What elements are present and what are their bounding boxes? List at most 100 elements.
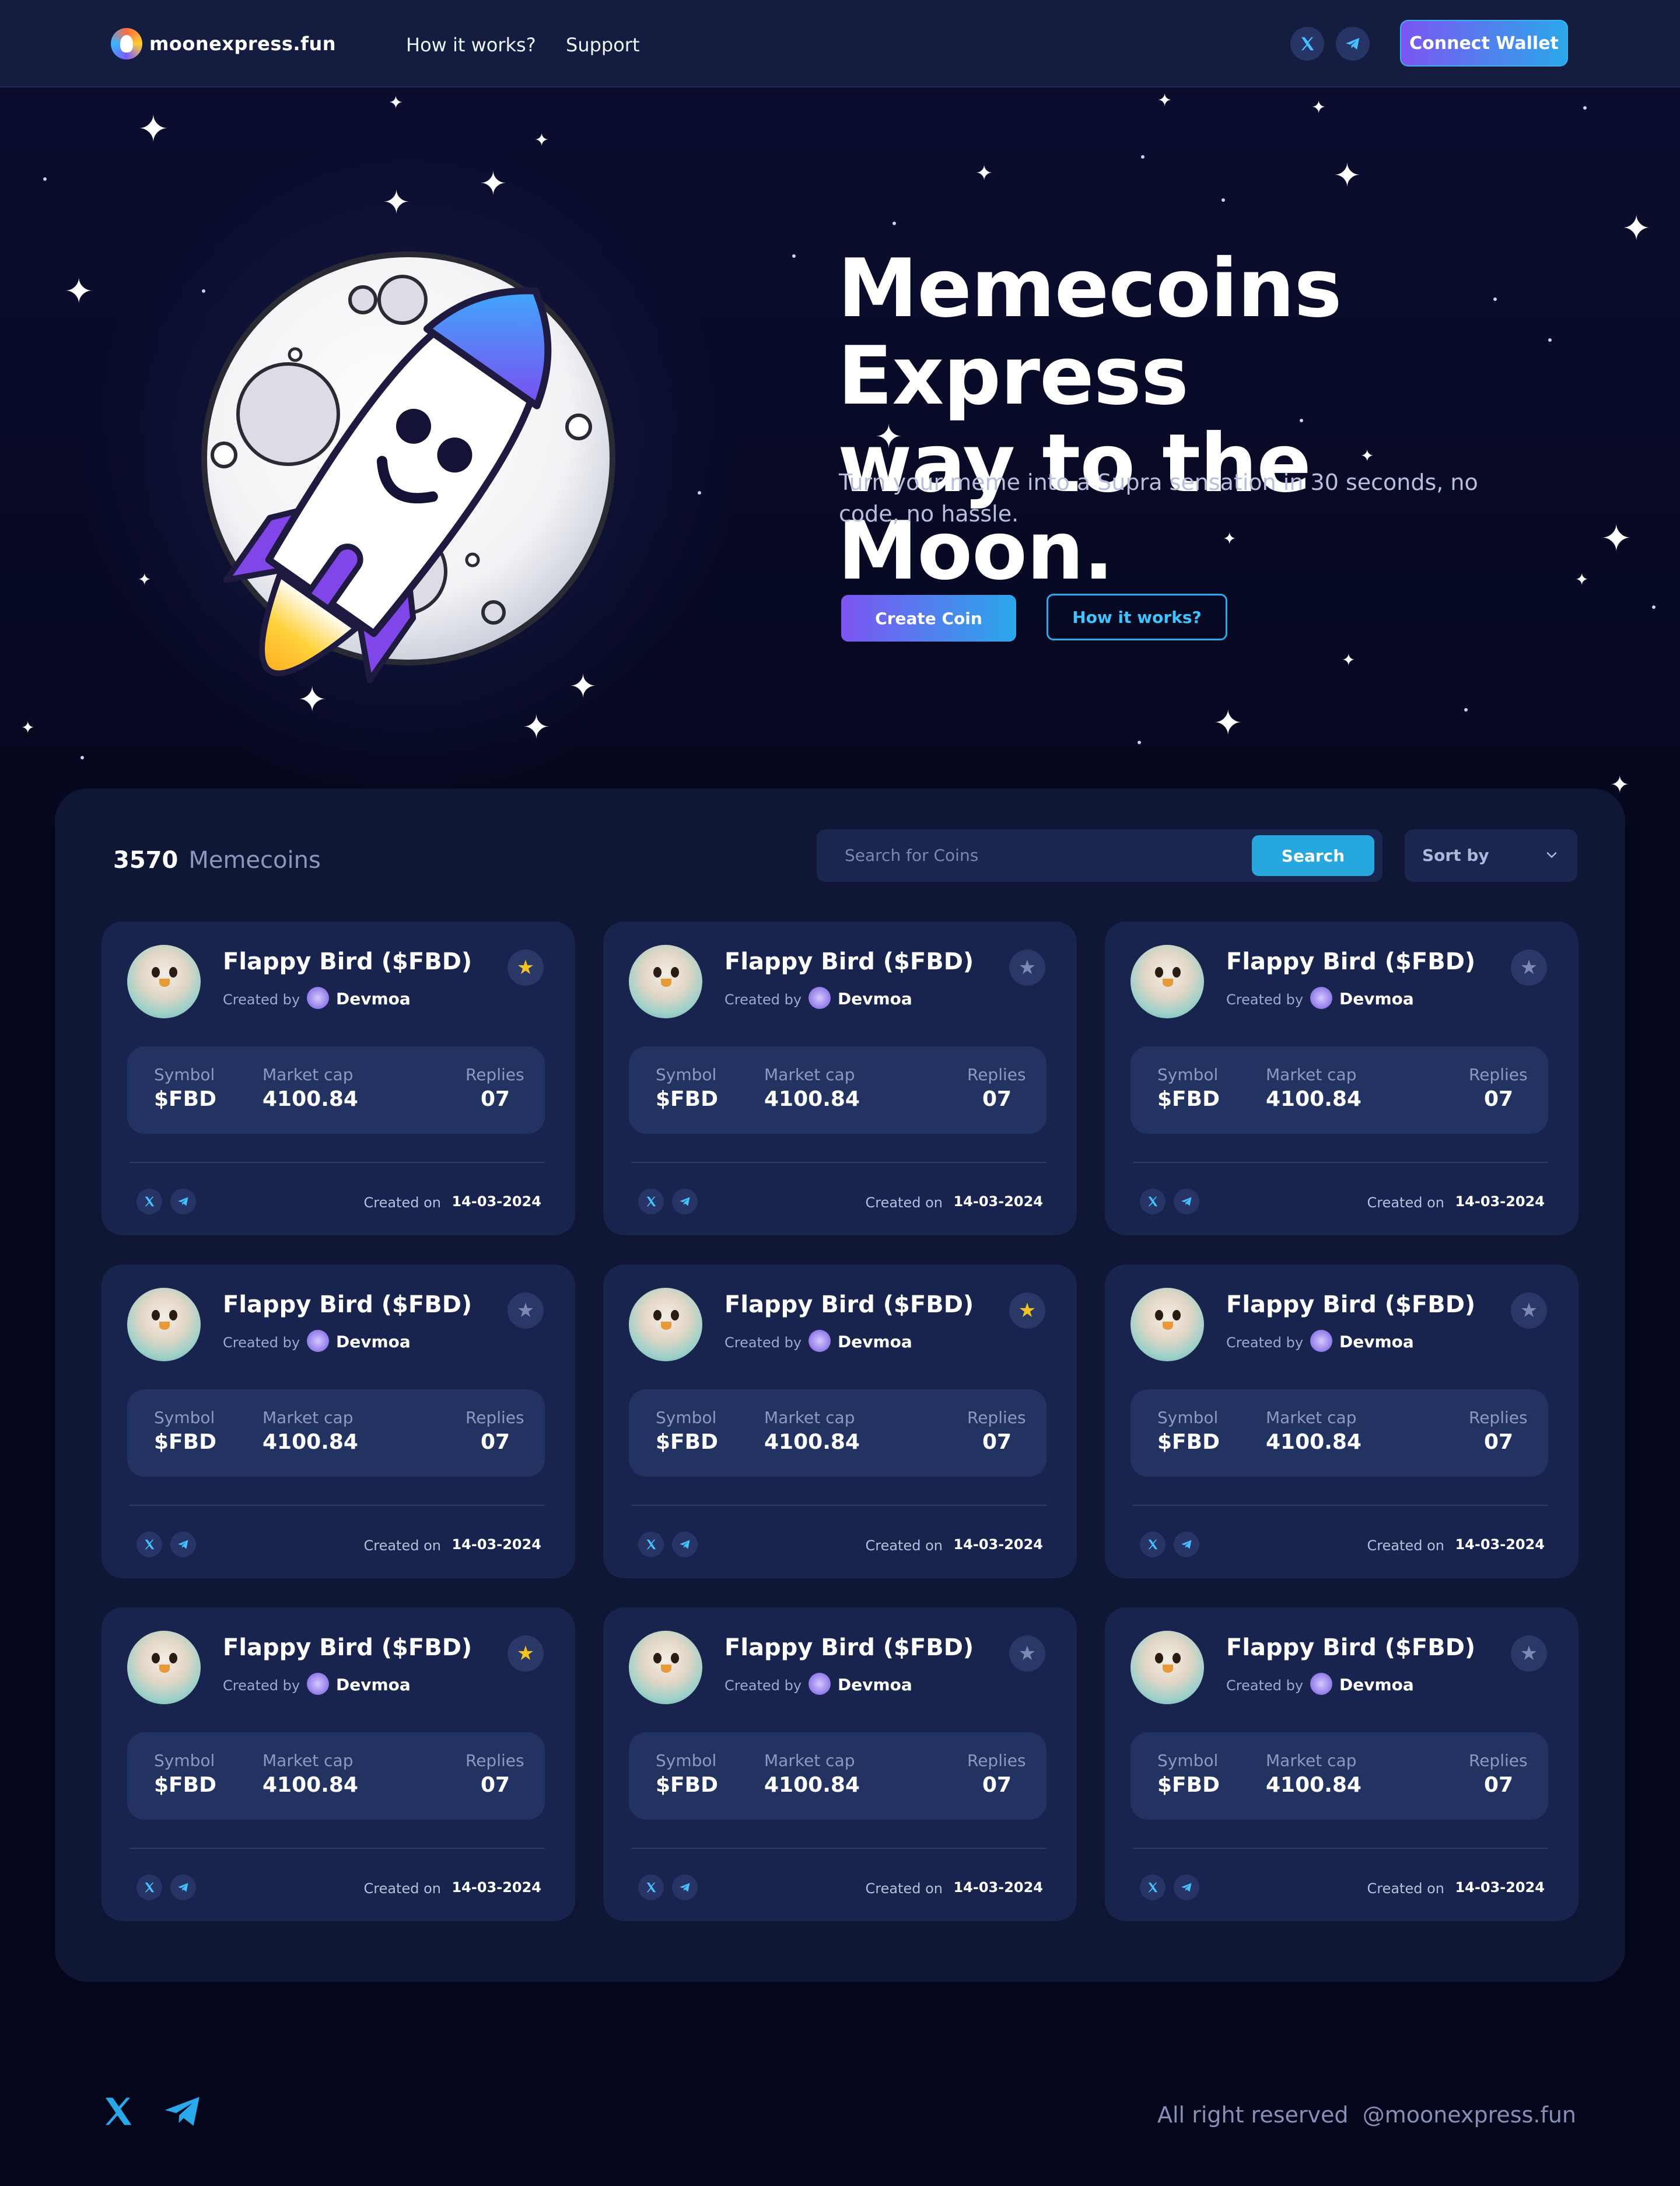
created-date: 14-03-2024 — [452, 1193, 541, 1210]
coin-telegram-button[interactable] — [170, 1189, 196, 1214]
created-date: 14-03-2024 — [953, 1879, 1043, 1896]
how-it-works-button[interactable]: How it works? — [1046, 594, 1227, 640]
card-divider — [631, 1848, 1046, 1849]
creator-name[interactable]: Devmoa — [838, 1332, 912, 1351]
creator-name[interactable]: Devmoa — [336, 1675, 411, 1694]
coin-x-button[interactable] — [1140, 1532, 1166, 1557]
search-input[interactable]: Search for Coins — [845, 846, 978, 865]
coin-card[interactable]: Flappy Bird ($FBD) Created by Devmoa ★ S… — [102, 1264, 575, 1578]
creator-avatar — [1310, 1673, 1332, 1695]
coin-name[interactable]: Flappy Bird ($FBD) — [724, 1634, 974, 1661]
telegram-icon — [680, 1197, 690, 1206]
market-cap-value: 4100.84 — [1266, 1430, 1362, 1454]
favorite-button[interactable]: ★ — [1009, 1635, 1045, 1672]
coin-telegram-button[interactable] — [170, 1532, 196, 1557]
brand-logo[interactable]: moonexpress.fun — [111, 28, 336, 59]
creator-name[interactable]: Devmoa — [336, 989, 411, 1008]
favorite-button[interactable]: ★ — [1511, 1635, 1547, 1672]
coin-x-button[interactable] — [136, 1532, 162, 1557]
created-on-label: Created on — [865, 1880, 943, 1897]
coin-card[interactable]: Flappy Bird ($FBD) Created by Devmoa ★ S… — [603, 1607, 1077, 1921]
created-date: 14-03-2024 — [452, 1879, 541, 1896]
coin-card[interactable]: Flappy Bird ($FBD) Created by Devmoa ★ S… — [1105, 922, 1578, 1235]
footer-handle: @moonexpress.fun — [1362, 2102, 1576, 2128]
coin-card[interactable]: Flappy Bird ($FBD) Created by Devmoa ★ S… — [102, 922, 575, 1235]
coin-name[interactable]: Flappy Bird ($FBD) — [1226, 1291, 1475, 1318]
coin-name[interactable]: Flappy Bird ($FBD) — [223, 1634, 472, 1661]
creator-name[interactable]: Devmoa — [1339, 1332, 1414, 1351]
coin-telegram-button[interactable] — [170, 1875, 196, 1900]
coin-avatar — [1130, 945, 1204, 1018]
coin-name[interactable]: Flappy Bird ($FBD) — [1226, 1634, 1475, 1661]
telegram-icon — [178, 1540, 188, 1549]
coin-telegram-button[interactable] — [1174, 1875, 1199, 1900]
coin-card[interactable]: Flappy Bird ($FBD) Created by Devmoa ★ S… — [603, 922, 1077, 1235]
connect-wallet-button[interactable]: Connect Wallet — [1400, 20, 1568, 66]
coin-avatar — [1130, 1288, 1204, 1361]
market-cap-label: Market cap — [262, 1065, 354, 1084]
creator-name[interactable]: Devmoa — [1339, 1675, 1414, 1694]
favorite-button[interactable]: ★ — [1511, 1292, 1547, 1329]
coin-x-button[interactable] — [638, 1532, 664, 1557]
coin-x-button[interactable] — [136, 1875, 162, 1900]
sparkle-icon: ✦ — [21, 718, 35, 737]
coin-x-button[interactable] — [638, 1189, 664, 1214]
favorite-button[interactable]: ★ — [508, 1635, 544, 1672]
footer-telegram-icon[interactable] — [163, 2095, 202, 2128]
nav-link-how-it-works[interactable]: How it works? — [406, 34, 536, 56]
creator-avatar — [808, 987, 831, 1009]
sparkle-icon: ✦ — [383, 184, 410, 222]
coin-name[interactable]: Flappy Bird ($FBD) — [223, 1291, 472, 1318]
market-cap-label: Market cap — [262, 1408, 354, 1427]
coin-stats: Symbol $FBD Market cap 4100.84 Replies 0… — [127, 1389, 545, 1477]
coin-name[interactable]: Flappy Bird ($FBD) — [223, 948, 472, 975]
nav-x-button[interactable] — [1290, 27, 1324, 61]
replies-label: Replies — [967, 1065, 1026, 1084]
coin-telegram-button[interactable] — [672, 1532, 698, 1557]
coin-avatar — [1130, 1631, 1204, 1704]
favorite-button[interactable]: ★ — [1009, 1292, 1045, 1329]
create-coin-button[interactable]: Create Coin — [841, 595, 1016, 642]
favorite-button[interactable]: ★ — [508, 1292, 544, 1329]
coin-card[interactable]: Flappy Bird ($FBD) Created by Devmoa ★ S… — [102, 1607, 575, 1921]
market-cap-label: Market cap — [262, 1751, 354, 1770]
sparkle-icon: ✦ — [1622, 208, 1651, 249]
coin-x-button[interactable] — [1140, 1189, 1166, 1214]
search-button[interactable]: Search — [1252, 835, 1374, 876]
created-date: 14-03-2024 — [1455, 1536, 1545, 1553]
coin-telegram-button[interactable] — [672, 1875, 698, 1900]
coin-telegram-button[interactable] — [1174, 1189, 1199, 1214]
creator-name[interactable]: Devmoa — [838, 989, 912, 1008]
created-date: 14-03-2024 — [1455, 1879, 1545, 1896]
nav-telegram-button[interactable] — [1336, 27, 1370, 61]
favorite-button[interactable]: ★ — [508, 950, 544, 986]
x-icon — [646, 1882, 656, 1893]
coin-card[interactable]: Flappy Bird ($FBD) Created by Devmoa ★ S… — [1105, 1264, 1578, 1578]
sort-dropdown[interactable]: Sort by — [1405, 829, 1577, 882]
coin-stats: Symbol $FBD Market cap 4100.84 Replies 0… — [1130, 1046, 1548, 1134]
coin-name[interactable]: Flappy Bird ($FBD) — [1226, 948, 1475, 975]
coin-card[interactable]: Flappy Bird ($FBD) Created by Devmoa ★ S… — [1105, 1607, 1578, 1921]
creator-name[interactable]: Devmoa — [838, 1675, 912, 1694]
coin-x-button[interactable] — [1140, 1875, 1166, 1900]
coin-telegram-button[interactable] — [672, 1189, 698, 1214]
favorite-button[interactable]: ★ — [1511, 950, 1547, 986]
star-icon: ★ — [516, 1642, 535, 1665]
nav-link-support[interactable]: Support — [566, 34, 640, 56]
card-divider — [130, 1505, 545, 1506]
footer-x-icon[interactable] — [102, 2095, 134, 2128]
market-cap-value: 4100.84 — [764, 1773, 860, 1797]
created-by-label: Created by — [724, 992, 802, 1008]
creator-name[interactable]: Devmoa — [336, 1332, 411, 1351]
replies-value: 07 — [481, 1773, 510, 1797]
coin-x-button[interactable] — [136, 1189, 162, 1214]
coin-x-button[interactable] — [638, 1875, 664, 1900]
coin-name[interactable]: Flappy Bird ($FBD) — [724, 948, 974, 975]
coin-name[interactable]: Flappy Bird ($FBD) — [724, 1291, 974, 1318]
telegram-icon — [178, 1197, 188, 1206]
creator-name[interactable]: Devmoa — [1339, 989, 1414, 1008]
favorite-button[interactable]: ★ — [1009, 950, 1045, 986]
coin-telegram-button[interactable] — [1174, 1532, 1199, 1557]
card-divider — [130, 1162, 545, 1163]
coin-card[interactable]: Flappy Bird ($FBD) Created by Devmoa ★ S… — [603, 1264, 1077, 1578]
